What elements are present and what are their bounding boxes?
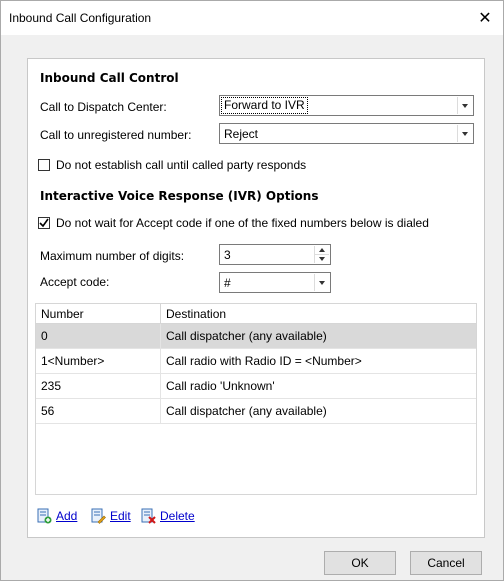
cell-destination: Call radio with Radio ID = <Number> (166, 354, 362, 368)
cell-number: 56 (36, 399, 161, 424)
unregistered-select-value: Reject (224, 127, 259, 141)
maxdigits-label: Maximum number of digits: (40, 249, 185, 263)
unregistered-select[interactable]: Reject (219, 123, 474, 144)
table-row[interactable]: 1<Number> Call radio with Radio ID = <Nu… (36, 349, 476, 374)
close-button[interactable]: ✕ (467, 1, 503, 35)
ok-button[interactable]: OK (324, 551, 396, 575)
edit-document-icon (91, 508, 106, 524)
inbound-heading: Inbound Call Control (40, 71, 179, 85)
cell-destination: Call dispatcher (any available) (166, 329, 327, 343)
edit-button[interactable]: Edit (90, 508, 131, 524)
spin-up-icon[interactable] (315, 246, 329, 254)
maxdigits-value: 3 (224, 248, 231, 262)
nowait-checkbox[interactable] (38, 217, 50, 229)
title-bar[interactable]: Inbound Call Configuration ✕ (1, 1, 503, 35)
table-row[interactable]: 56 Call dispatcher (any available) (36, 399, 476, 424)
ivr-heading: Interactive Voice Response (IVR) Options (40, 189, 319, 203)
delete-link[interactable]: Delete (160, 509, 195, 523)
dispatch-select[interactable]: Forward to IVR (219, 95, 474, 116)
dispatch-select-value: Forward to IVR (221, 97, 308, 114)
cell-number: 235 (36, 374, 161, 399)
add-button[interactable]: Add (36, 508, 77, 524)
nowait-checkbox-label: Do not wait for Accept code if one of th… (56, 216, 429, 230)
column-header-number[interactable]: Number (36, 304, 161, 324)
spin-down-icon[interactable] (315, 254, 329, 262)
number-table[interactable]: Number Destination 0 Call dispatcher (an… (35, 303, 477, 495)
column-header-destination[interactable]: Destination (161, 304, 478, 324)
table-row[interactable]: 0 Call dispatcher (any available) (36, 324, 476, 349)
establish-checkbox[interactable] (38, 159, 50, 171)
cancel-button[interactable]: Cancel (410, 551, 482, 575)
maxdigits-stepper[interactable]: 3 (219, 244, 331, 265)
unregistered-label: Call to unregistered number: (40, 128, 192, 142)
delete-document-icon (141, 508, 156, 524)
add-link[interactable]: Add (56, 509, 77, 523)
delete-button[interactable]: Delete (140, 508, 195, 524)
checkmark-icon (39, 218, 49, 228)
table-header: Number Destination (36, 304, 476, 324)
accept-code-select[interactable]: # (219, 272, 331, 293)
chevron-down-icon[interactable] (457, 97, 472, 114)
table-row[interactable]: 235 Call radio 'Unknown' (36, 374, 476, 399)
chevron-down-icon[interactable] (314, 274, 329, 291)
add-document-icon (37, 508, 52, 524)
config-panel: Inbound Call Control Call to Dispatch Ce… (27, 58, 485, 538)
dialog-window: Inbound Call Configuration ✕ Inbound Cal… (0, 0, 504, 581)
cell-destination: Call dispatcher (any available) (166, 404, 327, 418)
cell-destination: Call radio 'Unknown' (166, 379, 275, 393)
accept-code-label: Accept code: (40, 275, 110, 289)
chevron-down-icon[interactable] (457, 125, 472, 142)
cell-number: 0 (36, 324, 161, 349)
edit-link[interactable]: Edit (110, 509, 131, 523)
establish-checkbox-label: Do not establish call until called party… (56, 158, 307, 172)
close-icon[interactable]: ✕ (478, 8, 491, 28)
dispatch-label: Call to Dispatch Center: (40, 100, 167, 114)
accept-code-value: # (224, 276, 231, 290)
cell-number: 1<Number> (36, 349, 161, 374)
window-title: Inbound Call Configuration (9, 11, 152, 25)
